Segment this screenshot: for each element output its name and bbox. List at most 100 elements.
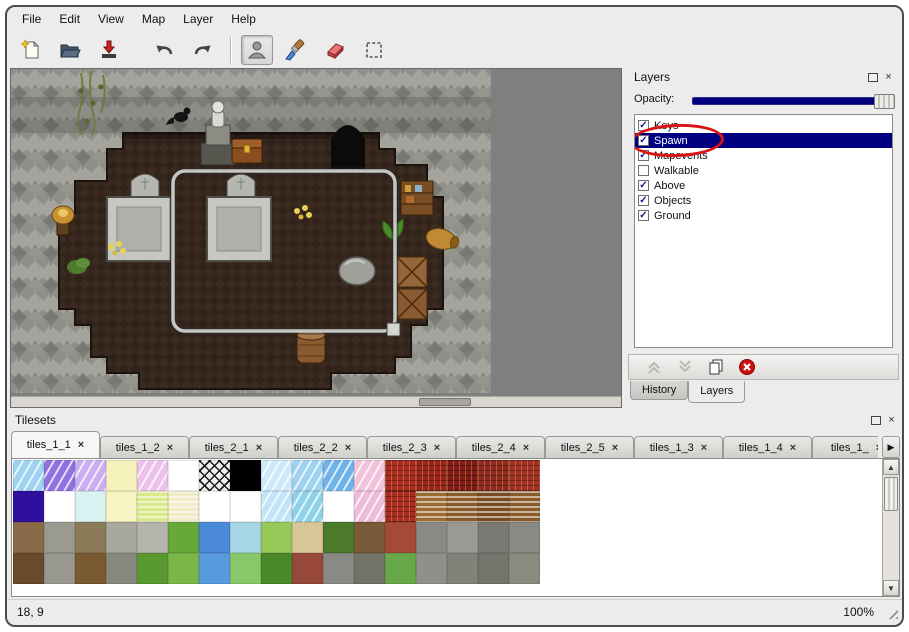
tab-close-icon[interactable]: ×	[523, 442, 529, 454]
vscrollbar-thumb[interactable]	[884, 477, 898, 511]
layer-visibility-checkbox[interactable]: ✓	[638, 210, 649, 221]
resize-grip[interactable]	[885, 606, 898, 619]
palette-tile[interactable]	[447, 553, 478, 584]
layer-visibility-checkbox[interactable]: ✓	[638, 135, 649, 146]
layer-row-objects[interactable]: ✓Objects	[635, 193, 892, 208]
new-file-button[interactable]	[15, 35, 47, 65]
palette-tile[interactable]	[416, 491, 447, 522]
tab-close-icon[interactable]: ×	[612, 442, 618, 454]
tileset-tab-tiles_1_[interactable]: tiles_1_×	[812, 436, 878, 458]
layer-visibility-checkbox[interactable]: ✓	[638, 195, 649, 206]
layer-visibility-checkbox[interactable]: ✓	[638, 180, 649, 191]
palette-tile[interactable]	[230, 553, 261, 584]
palette-tile[interactable]	[416, 460, 447, 491]
palette-tile[interactable]	[292, 491, 323, 522]
layer-row-mapevents[interactable]: ✓Mapevents	[635, 148, 892, 163]
tileset-tab-tiles_2_3[interactable]: tiles_2_3×	[367, 436, 456, 458]
palette-tile[interactable]	[385, 460, 416, 491]
palette-tile[interactable]	[292, 460, 323, 491]
palette-tile[interactable]	[261, 460, 292, 491]
palette-tile[interactable]	[323, 522, 354, 553]
palette-tile[interactable]	[385, 553, 416, 584]
lower-layer-button[interactable]	[676, 358, 694, 376]
palette-tile[interactable]	[354, 553, 385, 584]
canvas-hscrollbar[interactable]	[11, 396, 621, 407]
palette-tile[interactable]	[323, 460, 354, 491]
palette-tile[interactable]	[75, 491, 106, 522]
tab-close-icon[interactable]: ×	[167, 442, 173, 454]
scroll-up-icon[interactable]: ▲	[883, 459, 899, 475]
delete-layer-button[interactable]	[738, 358, 756, 376]
palette-tile[interactable]	[416, 522, 447, 553]
tab-close-icon[interactable]: ×	[790, 442, 796, 454]
palette-tile[interactable]	[261, 491, 292, 522]
menu-view[interactable]: View	[89, 9, 133, 29]
tab-close-icon[interactable]: ×	[256, 442, 262, 454]
dock-tab-layers[interactable]: Layers	[688, 381, 745, 403]
menu-help[interactable]: Help	[222, 9, 265, 29]
close-panel-icon[interactable]: ×	[885, 414, 898, 427]
selection-resize-handle[interactable]	[387, 323, 400, 336]
palette-tile[interactable]	[137, 522, 168, 553]
tab-close-icon[interactable]: ×	[345, 442, 351, 454]
palette-tile[interactable]	[137, 553, 168, 584]
palette-tile[interactable]	[106, 460, 137, 491]
palette-tile[interactable]	[75, 522, 106, 553]
palette-tile[interactable]	[478, 553, 509, 584]
tileset-tab-tiles_2_4[interactable]: tiles_2_4×	[456, 436, 545, 458]
tab-close-icon[interactable]: ×	[434, 442, 440, 454]
palette-tile[interactable]	[44, 491, 75, 522]
dock-tab-history[interactable]: History	[630, 381, 688, 400]
menu-edit[interactable]: Edit	[50, 9, 89, 29]
palette-tile[interactable]	[137, 460, 168, 491]
undo-button[interactable]	[148, 35, 180, 65]
palette-tile[interactable]	[478, 491, 509, 522]
map-canvas[interactable]	[10, 68, 622, 408]
palette-tile[interactable]	[354, 522, 385, 553]
palette-tile[interactable]	[447, 491, 478, 522]
palette-tile[interactable]	[416, 553, 447, 584]
palette-tile[interactable]	[261, 553, 292, 584]
palette-tile[interactable]	[199, 553, 230, 584]
opacity-slider-handle[interactable]	[874, 94, 895, 109]
tileset-tab-tiles_1_2[interactable]: tiles_1_2×	[100, 436, 189, 458]
close-panel-icon[interactable]: ×	[882, 71, 895, 84]
palette-tile[interactable]	[323, 491, 354, 522]
rect-select-tool-button[interactable]	[358, 35, 390, 65]
layer-row-keys[interactable]: ✓Keys	[635, 118, 892, 133]
palette-tile[interactable]	[106, 553, 137, 584]
palette-tile[interactable]	[509, 522, 540, 553]
layer-visibility-checkbox[interactable]: ✓	[638, 150, 649, 161]
palette-tile[interactable]	[137, 491, 168, 522]
palette-tile[interactable]	[199, 460, 230, 491]
menu-layer[interactable]: Layer	[174, 9, 222, 29]
float-panel-icon[interactable]	[869, 414, 882, 427]
brush-tool-button[interactable]	[280, 35, 312, 65]
palette-tile[interactable]	[13, 460, 44, 491]
palette-tile[interactable]	[292, 553, 323, 584]
palette-tile[interactable]	[13, 491, 44, 522]
palette-tile[interactable]	[447, 522, 478, 553]
palette-tile[interactable]	[509, 491, 540, 522]
palette-tile[interactable]	[292, 522, 323, 553]
palette-tile[interactable]	[168, 460, 199, 491]
palette-tile[interactable]	[44, 553, 75, 584]
save-button[interactable]	[93, 35, 125, 65]
tab-scroll-right-button[interactable]: ▶	[882, 436, 900, 458]
redo-button[interactable]	[187, 35, 219, 65]
tileset-tab-tiles_2_2[interactable]: tiles_2_2×	[278, 436, 367, 458]
palette-tile[interactable]	[323, 553, 354, 584]
palette-tile[interactable]	[478, 460, 509, 491]
layer-row-spawn[interactable]: ✓Spawn	[635, 133, 892, 148]
palette-tile[interactable]	[385, 522, 416, 553]
eraser-tool-button[interactable]	[319, 35, 351, 65]
tab-close-icon[interactable]: ×	[876, 442, 878, 454]
palette-tile[interactable]	[230, 460, 261, 491]
tileset-tab-tiles_2_5[interactable]: tiles_2_5×	[545, 436, 634, 458]
layer-visibility-checkbox[interactable]	[638, 165, 649, 176]
palette-tile[interactable]	[199, 522, 230, 553]
palette-tile[interactable]	[199, 491, 230, 522]
opacity-slider[interactable]	[692, 97, 895, 105]
layer-row-walkable[interactable]: Walkable	[635, 163, 892, 178]
float-panel-icon[interactable]	[866, 71, 879, 84]
